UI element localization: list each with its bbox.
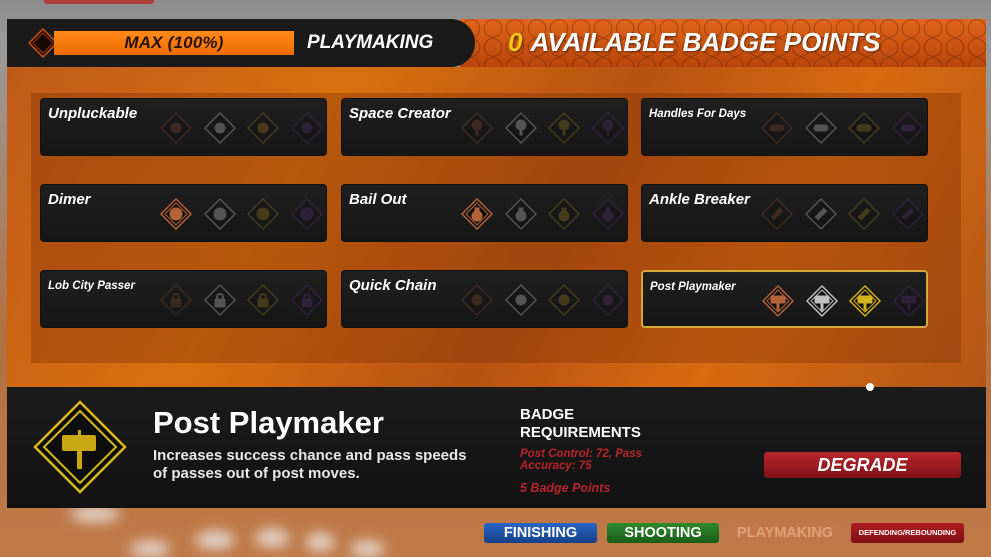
tier-silver-padlock-icon[interactable] xyxy=(203,283,237,317)
background-blur xyxy=(255,528,290,548)
badge-name: Dimer xyxy=(48,191,91,208)
tier-hof-broken-bone-icon[interactable] xyxy=(891,197,925,231)
tier-bronze-hand-icon[interactable] xyxy=(159,111,193,145)
tier-gold-hand-icon[interactable] xyxy=(246,111,280,145)
badge-card[interactable]: Dimer xyxy=(40,184,327,242)
tier-hof-chain-icon[interactable] xyxy=(591,283,625,317)
tier-bronze-signpost-icon[interactable] xyxy=(761,284,795,318)
tier-bronze-padlock-icon[interactable] xyxy=(159,283,193,317)
available-badge-points: 0 AVAILABLE BADGE POINTS xyxy=(508,27,881,58)
tier-silver-infinity-icon[interactable] xyxy=(804,111,838,145)
tier-hof-signpost-icon[interactable] xyxy=(892,284,926,318)
top-red-tab xyxy=(44,0,154,4)
background-blur xyxy=(130,540,170,557)
tier-silver-hand-icon[interactable] xyxy=(203,111,237,145)
progress-label: MAX (100%) xyxy=(124,33,224,52)
tier-gold-map-pin-icon[interactable] xyxy=(547,111,581,145)
badge-card[interactable]: Ankle Breaker xyxy=(641,184,928,242)
badge-grid-panel: Unpluckable Space Creator Handles For Days… xyxy=(7,67,986,387)
badge-card[interactable]: Quick Chain xyxy=(341,270,628,328)
tier-hof-infinity-icon[interactable] xyxy=(891,111,925,145)
tier-gold-dollar-icon[interactable] xyxy=(246,197,280,231)
badge-points-banner: 0 AVAILABLE BADGE POINTS xyxy=(460,19,986,67)
badge-requirements-text: Post Control: 72, Pass Accuracy: 75 xyxy=(520,448,643,472)
badge-points-count: 0 xyxy=(508,27,523,57)
badge-grid: Unpluckable Space Creator Handles For Days… xyxy=(31,93,961,363)
tier-silver-map-pin-icon[interactable] xyxy=(504,111,538,145)
badge-detail-panel: Post Playmaker Increases success chance … xyxy=(7,387,986,508)
tier-hof-hand-icon[interactable] xyxy=(290,111,324,145)
tier-silver-money-bag-icon[interactable] xyxy=(504,197,538,231)
tier-gold-chain-icon[interactable] xyxy=(547,283,581,317)
tier-hof-padlock-icon[interactable] xyxy=(290,283,324,317)
signpost-icon xyxy=(32,399,128,495)
badge-name: Ankle Breaker xyxy=(649,191,750,208)
badge-points-label: AVAILABLE BADGE POINTS xyxy=(530,27,881,57)
badge-name: Handles For Days xyxy=(649,108,747,120)
category-title: PLAYMAKING xyxy=(307,32,434,53)
background-blur xyxy=(305,532,335,552)
tier-silver-broken-bone-icon[interactable] xyxy=(804,197,838,231)
tier-bronze-infinity-icon[interactable] xyxy=(760,111,794,145)
tier-bronze-money-bag-icon[interactable] xyxy=(460,197,494,231)
badge-requirements-heading: BADGE REQUIREMENTS xyxy=(520,406,641,441)
tier-bronze-broken-bone-icon[interactable] xyxy=(760,197,794,231)
badge-name: Lob City Passer xyxy=(48,280,135,292)
badge-card[interactable]: Post Playmaker xyxy=(641,270,928,328)
degrade-button[interactable]: DEGRADE xyxy=(764,452,961,478)
badge-card[interactable]: Bail Out xyxy=(341,184,628,242)
tier-bronze-chain-icon[interactable] xyxy=(460,283,494,317)
background-blur xyxy=(350,540,385,557)
badge-name: Quick Chain xyxy=(349,277,437,294)
cursor-indicator xyxy=(866,383,874,391)
tab-playmaking[interactable]: PLAYMAKING xyxy=(730,523,840,543)
tab-shooting[interactable]: SHOOTING xyxy=(607,523,719,543)
tier-gold-infinity-icon[interactable] xyxy=(847,111,881,145)
tier-silver-dollar-icon[interactable] xyxy=(203,197,237,231)
tier-silver-signpost-icon[interactable] xyxy=(805,284,839,318)
tab-defending-rebounding[interactable]: DEFENDING/REBOUNDING xyxy=(851,523,964,543)
tier-hof-money-bag-icon[interactable] xyxy=(591,197,625,231)
tier-silver-chain-icon[interactable] xyxy=(504,283,538,317)
tier-gold-broken-bone-icon[interactable] xyxy=(847,197,881,231)
badge-points-cost: 5 Badge Points xyxy=(520,481,611,495)
tier-gold-signpost-icon[interactable] xyxy=(848,284,882,318)
badge-detail-title: Post Playmaker xyxy=(153,405,384,440)
badge-card[interactable]: Lob City Passer xyxy=(40,270,327,328)
badge-name: Space Creator xyxy=(349,105,451,122)
tier-bronze-map-pin-icon[interactable] xyxy=(460,111,494,145)
tier-gold-money-bag-icon[interactable] xyxy=(547,197,581,231)
badge-card[interactable]: Handles For Days xyxy=(641,98,928,156)
badge-name: Bail Out xyxy=(349,191,407,208)
badge-name: Post Playmaker xyxy=(650,281,736,293)
background-blur xyxy=(195,530,235,550)
badge-name: Unpluckable xyxy=(48,105,138,122)
tier-hof-dollar-icon[interactable] xyxy=(290,197,324,231)
tier-hof-map-pin-icon[interactable] xyxy=(591,111,625,145)
badge-card[interactable]: Unpluckable xyxy=(40,98,327,156)
tier-bronze-dollar-icon[interactable] xyxy=(159,197,193,231)
badge-card[interactable]: Space Creator xyxy=(341,98,628,156)
progress-bar: MAX (100%) xyxy=(54,31,294,55)
tier-gold-padlock-icon[interactable] xyxy=(246,283,280,317)
header-category-bar: MAX (100%) PLAYMAKING xyxy=(7,19,475,67)
tab-finishing[interactable]: FINISHING xyxy=(484,523,597,543)
badge-detail-description: Increases success chance and pass speeds… xyxy=(153,447,467,482)
